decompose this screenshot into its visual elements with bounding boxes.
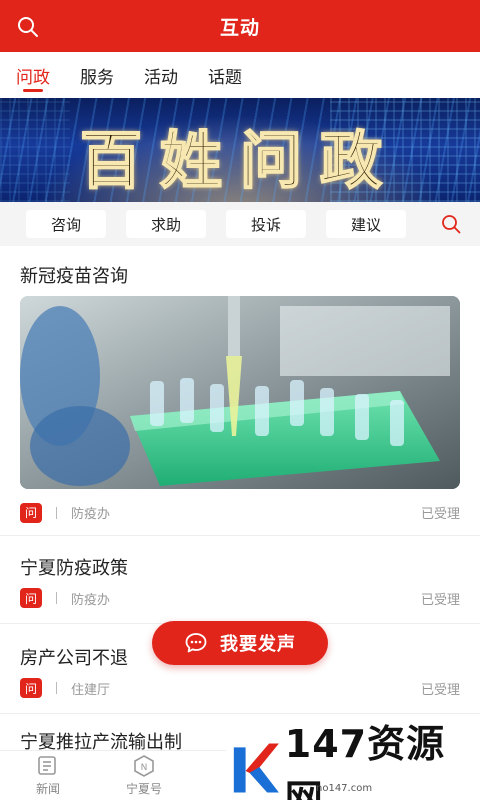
nav-item-news[interactable]: 新闻 [0, 751, 96, 800]
category-jianyi[interactable]: 建议 [326, 210, 406, 238]
status-badge: 已受理 [420, 592, 460, 608]
tab-wenzheng[interactable]: 问政 [16, 52, 50, 98]
item-department: 防疫办 [71, 507, 111, 522]
status-badge: 已受理 [420, 682, 460, 698]
list-item[interactable]: 宁夏防疫政策 问 防疫办 已受理 [0, 536, 480, 624]
top-tabs: 问政 服务 活动 话题 [0, 52, 480, 98]
watermark-logo-icon [233, 743, 279, 792]
watermark-text: 147资源网 [284, 721, 446, 800]
svg-text:N: N [141, 763, 148, 773]
item-meta: 问 住建厅 已受理 [20, 674, 460, 702]
wen-badge: 问 [20, 502, 42, 523]
item-department: 防疫办 [71, 592, 111, 608]
chat-bubble-icon [185, 633, 207, 653]
item-title: 宁夏防疫政策 [20, 558, 128, 579]
status-badge: 已受理 [420, 507, 460, 522]
tab-fuwu[interactable]: 服务 [80, 52, 114, 98]
tab-huati[interactable]: 话题 [208, 52, 242, 98]
nav-item-ningxiahao[interactable]: N 宁夏号 [96, 751, 192, 800]
lab-photo [20, 296, 460, 489]
list-item[interactable]: 新冠疫苗咨询 问 防疫办 已受理 [0, 246, 480, 536]
banner-heading: 百姓问政 [79, 123, 400, 198]
category-qiuzhu[interactable]: 求助 [126, 210, 206, 238]
wen-badge: 问 [20, 678, 42, 698]
banner[interactable]: 百姓问政 [0, 98, 480, 202]
item-department: 住建厅 [71, 682, 111, 698]
question-feed: 新冠疫苗咨询 问 防疫办 已受理 宁夏防疫政策 问 防疫办 已受理 房产公司不退… [0, 246, 480, 754]
meta-divider [56, 506, 57, 519]
item-image [20, 296, 460, 489]
speak-up-label: 我要发声 [220, 634, 296, 655]
category-bar: 咨询 求助 投诉 建议 [0, 202, 480, 246]
app-header: 互动 [0, 0, 480, 52]
watermark-subtext: no147.com [316, 783, 373, 794]
watermark: 147资源网 no147.com [226, 722, 480, 800]
search-icon[interactable] [16, 15, 40, 39]
nav-label-ningxiahao: 宁夏号 [125, 782, 162, 796]
meta-divider [56, 682, 57, 694]
nav-label-news: 新闻 [35, 782, 60, 796]
news-icon [38, 756, 56, 775]
item-meta: 问 防疫办 已受理 [20, 489, 460, 536]
category-tousu[interactable]: 投诉 [226, 210, 306, 238]
item-meta: 问 防疫办 已受理 [20, 584, 460, 612]
app-screen: 互动 问政 服务 活动 话题 百姓问政 咨询 求助 投诉 建议 新冠疫苗咨询 问… [0, 0, 480, 800]
page-title: 互动 [219, 16, 260, 39]
category-zixun[interactable]: 咨询 [26, 210, 106, 238]
meta-divider [56, 592, 57, 604]
category-search-icon[interactable] [440, 213, 462, 235]
wen-badge: 问 [20, 588, 42, 608]
tab-huodong[interactable]: 活动 [144, 52, 178, 98]
item-title: 新冠疫苗咨询 [20, 266, 128, 287]
ningxia-n-icon: N [134, 755, 154, 777]
speak-up-button[interactable]: 我要发声 [152, 621, 328, 665]
